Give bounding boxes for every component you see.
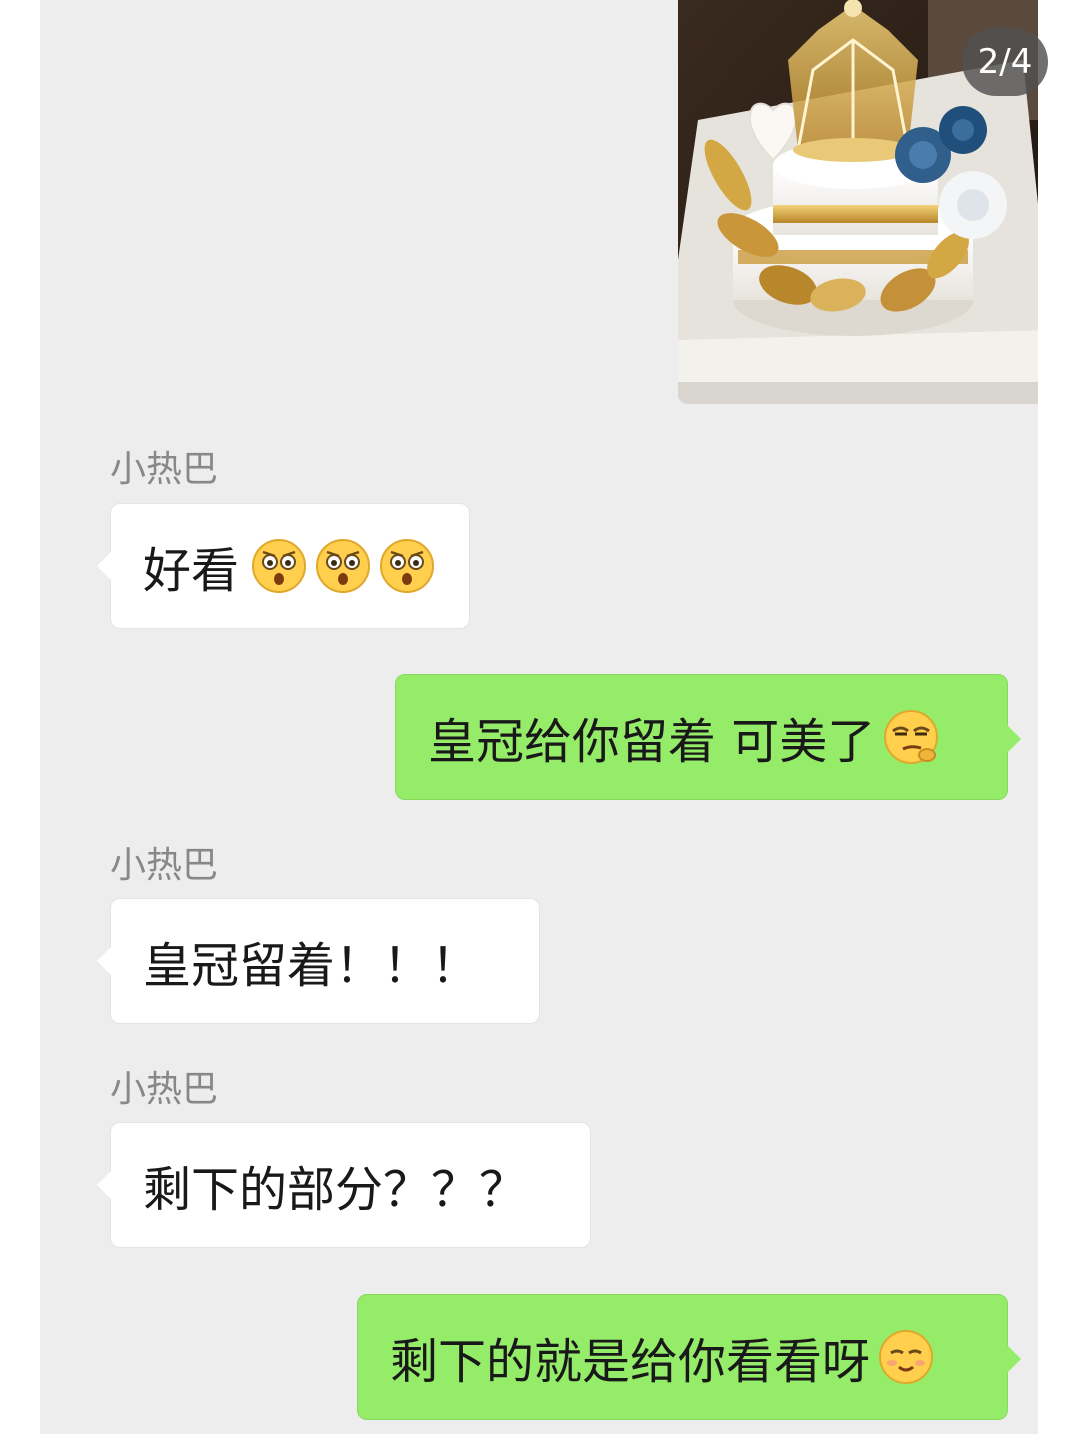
message-bubble-outgoing[interactable]: 皇冠给你留着 可美了 xyxy=(395,674,1021,800)
sender-name: 小热巴 xyxy=(110,1069,219,1110)
message-bubble-incoming[interactable]: 皇冠留着！！！ xyxy=(97,898,540,1024)
page-indicator: 2/4 xyxy=(962,28,1048,96)
surprised-face-icon xyxy=(380,539,435,593)
message-text: 剩下的部分？？？ xyxy=(143,1162,528,1218)
shy-smile-face-icon xyxy=(879,1330,934,1384)
surprised-face-icon xyxy=(252,539,307,593)
message-text: 皇冠给你留着 可美了 xyxy=(428,714,876,770)
message-bubble-incoming[interactable]: 剩下的部分？？？ xyxy=(97,1122,591,1248)
message-bubble-outgoing[interactable]: 剩下的就是给你看看呀 xyxy=(357,1294,1021,1420)
chat-panel: 小热巴 好看 皇冠给你留着 可美了 小热巴 皇冠留着！！！ 小热巴 剩下的部分？… xyxy=(40,0,1038,1434)
message-bubble-incoming[interactable]: 好看 xyxy=(97,503,470,629)
message-text: 剩下的就是给你看看呀 xyxy=(390,1334,871,1390)
surprised-face-icon xyxy=(316,539,371,593)
sender-name: 小热巴 xyxy=(110,845,219,886)
message-text: 皇冠留着！！！ xyxy=(143,938,480,994)
sender-name: 小热巴 xyxy=(110,449,219,490)
smug-face-icon xyxy=(884,710,939,764)
message-text: 好看 xyxy=(143,543,240,599)
